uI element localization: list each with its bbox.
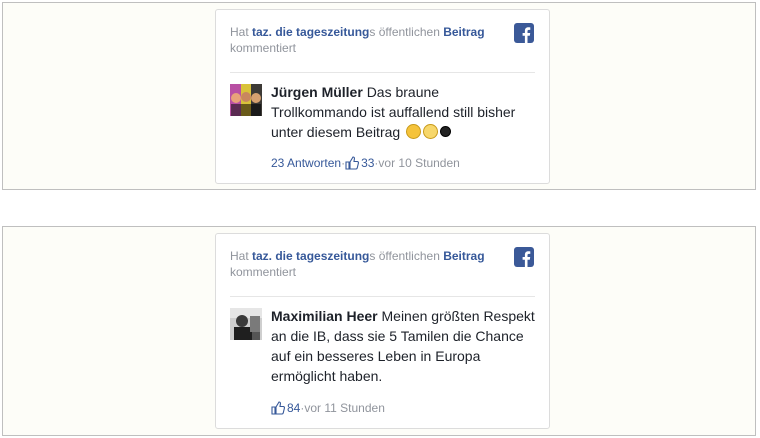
divider	[230, 72, 535, 73]
thinking-emoji	[423, 124, 439, 139]
post-link[interactable]: Beitrag	[443, 25, 484, 39]
grinning-sweat-emoji	[406, 124, 422, 139]
header-middle: s öffentlichen	[369, 249, 444, 263]
smiley-emoji	[440, 126, 452, 137]
thumbs-up-icon[interactable]	[271, 401, 285, 415]
header-prefix: Hat	[230, 249, 253, 263]
embed-panel-1: Hat taz. die tageszeitungs öffentlichen …	[2, 2, 756, 190]
replies-link[interactable]: 23 Antworten	[271, 155, 341, 171]
comment-meta: 84 · vor 11 Stunden	[271, 400, 385, 416]
header-suffix: kommentiert	[230, 41, 297, 55]
timestamp[interactable]: vor 11 Stunden	[304, 400, 385, 416]
card-header: Hat taz. die tageszeitungs öffentlichen …	[230, 24, 500, 56]
timestamp[interactable]: vor 10 Stunden	[378, 155, 459, 171]
comment-card: Hat taz. die tageszeitungs öffentlichen …	[215, 9, 550, 184]
facebook-icon[interactable]	[514, 247, 534, 267]
divider	[230, 296, 535, 297]
comment-card: Hat taz. die tageszeitungs öffentlichen …	[215, 233, 550, 429]
header-suffix: kommentiert	[230, 265, 297, 279]
post-link[interactable]: Beitrag	[443, 249, 484, 263]
likes-count[interactable]: 33	[361, 155, 374, 171]
comment-text: Jürgen Müller Das braune Trollkommando i…	[271, 82, 536, 142]
comment-text: Maximilian Heer Meinen größten Respekt a…	[271, 306, 536, 386]
card-header: Hat taz. die tageszeitungs öffentlichen …	[230, 248, 500, 280]
page-link[interactable]: taz. die tageszeitung	[252, 249, 369, 263]
comment-author[interactable]: Maximilian Heer	[271, 308, 378, 324]
avatar[interactable]	[230, 84, 262, 116]
header-prefix: Hat	[230, 25, 253, 39]
likes-count[interactable]: 84	[287, 400, 300, 416]
embed-panel-2: Hat taz. die tageszeitungs öffentlichen …	[2, 226, 756, 436]
header-middle: s öffentlichen	[369, 25, 444, 39]
facebook-icon[interactable]	[514, 23, 534, 43]
avatar[interactable]	[230, 308, 262, 340]
thumbs-up-icon[interactable]	[345, 156, 360, 170]
page-link[interactable]: taz. die tageszeitung	[252, 25, 369, 39]
comment-meta: 23 Antworten · 33 · vor 10 Stunden	[271, 155, 460, 171]
comment-author[interactable]: Jürgen Müller	[271, 84, 363, 100]
